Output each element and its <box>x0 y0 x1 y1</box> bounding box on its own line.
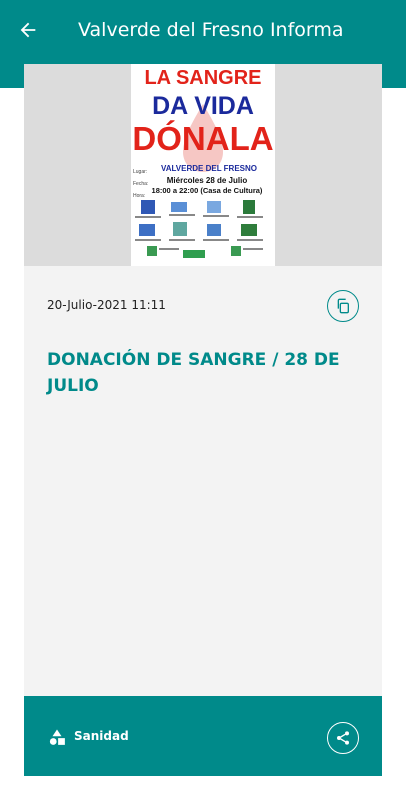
poster-time-label: Hora: <box>133 193 145 199</box>
post-date: 20-Julio-2021 11:11 <box>47 298 166 312</box>
copy-icon <box>337 298 349 314</box>
poster-line3: DÓNALA <box>132 120 273 157</box>
news-card: LA SANGRE DA VIDA DÓNALA VALVERDE DEL FR… <box>24 64 382 776</box>
share-button[interactable] <box>327 722 359 754</box>
app-title: Valverde del Fresno Informa <box>78 19 344 41</box>
poster-town: VALVERDE DEL FRESNO <box>161 164 257 173</box>
poster-line2: DA VIDA <box>152 92 254 120</box>
arrow-left-icon <box>20 22 36 38</box>
copy-button[interactable] <box>327 290 359 322</box>
poster-place-label: Lugar: <box>133 169 147 175</box>
category-label[interactable]: Sanidad <box>74 729 129 743</box>
shapes-icon <box>49 729 65 745</box>
poster-date-label: Fecha: <box>133 181 148 187</box>
poster-line1: LA SANGRE <box>144 67 261 89</box>
card-footer: Sanidad <box>24 696 382 776</box>
poster-image: LA SANGRE DA VIDA DÓNALA VALVERDE DEL FR… <box>131 64 275 266</box>
back-button[interactable] <box>14 16 42 44</box>
poster-date: Miércoles 28 de Julio <box>167 176 248 185</box>
post-title: DONACIÓN DE SANGRE / 28 DE JULIO <box>47 350 340 396</box>
poster-time: 18:00 a 22:00 (Casa de Cultura) <box>152 186 263 195</box>
share-icon <box>337 731 349 745</box>
hero-image-area[interactable]: LA SANGRE DA VIDA DÓNALA VALVERDE DEL FR… <box>24 64 382 266</box>
